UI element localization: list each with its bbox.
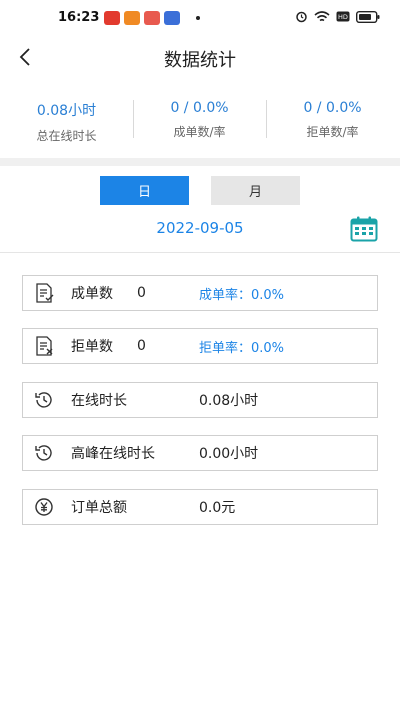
card-online-time: 在线时长 0.08小时 — [22, 382, 378, 418]
wifi-icon — [314, 10, 330, 21]
tab-month[interactable]: 月 — [211, 176, 300, 205]
summary-label: 拒单数/率 — [306, 125, 359, 139]
status-bar: 16:23 HD — [0, 0, 400, 36]
app-icon-3 — [144, 11, 160, 25]
status-time: 16:23 — [58, 10, 100, 25]
card-value: 0 — [137, 285, 146, 301]
date-divider — [0, 252, 400, 253]
card-label: 成单数 — [71, 286, 113, 302]
summary-rejected: 0 / 0.0% 拒单数/率 — [266, 90, 399, 150]
summary-online-time: 0.08小时 总在线时长 — [0, 90, 133, 150]
card-label: 拒单数 — [71, 339, 113, 355]
summary-label: 成单数/率 — [173, 125, 226, 139]
app-icon-2 — [124, 11, 140, 25]
card-rejected-orders: 拒单数 0 拒单率：0.0% — [22, 328, 378, 364]
page-title: 数据统计 — [164, 50, 236, 71]
battery-icon — [356, 10, 380, 23]
period-tabs: 日 月 — [100, 176, 300, 205]
card-label: 高峰在线时长 — [71, 446, 155, 462]
summary-value: 0 / 0.0% — [303, 100, 362, 116]
card-value: 0.00小时 — [199, 446, 259, 462]
history-clock-icon — [35, 445, 52, 461]
card-label: 在线时长 — [71, 393, 127, 409]
svg-text:HD: HD — [338, 13, 348, 21]
hd-icon: HD — [336, 11, 350, 22]
card-completed-orders: 成单数 0 成单率：0.0% — [22, 275, 378, 311]
card-value: 0.08小时 — [199, 393, 259, 409]
summary-label: 总在线时长 — [36, 129, 97, 143]
alarm-icon — [296, 11, 307, 23]
order-check-icon — [36, 283, 54, 303]
header: 数据统计 — [0, 36, 400, 80]
more-dot-icon — [196, 16, 200, 20]
summary-value: 0 / 0.0% — [170, 100, 229, 116]
summary-value: 0.08小时 — [36, 103, 97, 119]
card-value: 0 — [137, 338, 146, 354]
calendar-icon[interactable] — [350, 216, 378, 242]
section-divider — [0, 158, 400, 166]
selected-date[interactable]: 2022-09-05 — [0, 219, 400, 237]
history-clock-icon — [35, 392, 52, 408]
card-rate: 成单率：0.0% — [199, 287, 285, 303]
app-icon-1 — [104, 11, 120, 25]
summary-completed: 0 / 0.0% 成单数/率 — [133, 90, 266, 150]
system-icons: HD — [295, 10, 380, 23]
tab-day[interactable]: 日 — [100, 176, 189, 205]
app-icon-4 — [164, 11, 180, 25]
summary-row: 0.08小时 总在线时长 0 / 0.0% 成单数/率 0 / 0.0% 拒单数… — [0, 90, 400, 150]
card-rate: 拒单率：0.0% — [199, 340, 285, 356]
yuan-coin-icon — [35, 498, 53, 516]
card-label: 订单总额 — [71, 500, 127, 516]
notification-icons — [104, 11, 200, 25]
order-reject-icon — [36, 336, 53, 356]
card-peak-online-time: 高峰在线时长 0.00小时 — [22, 435, 378, 471]
card-value: 0.0元 — [199, 500, 236, 516]
card-order-total: 订单总额 0.0元 — [22, 489, 378, 525]
